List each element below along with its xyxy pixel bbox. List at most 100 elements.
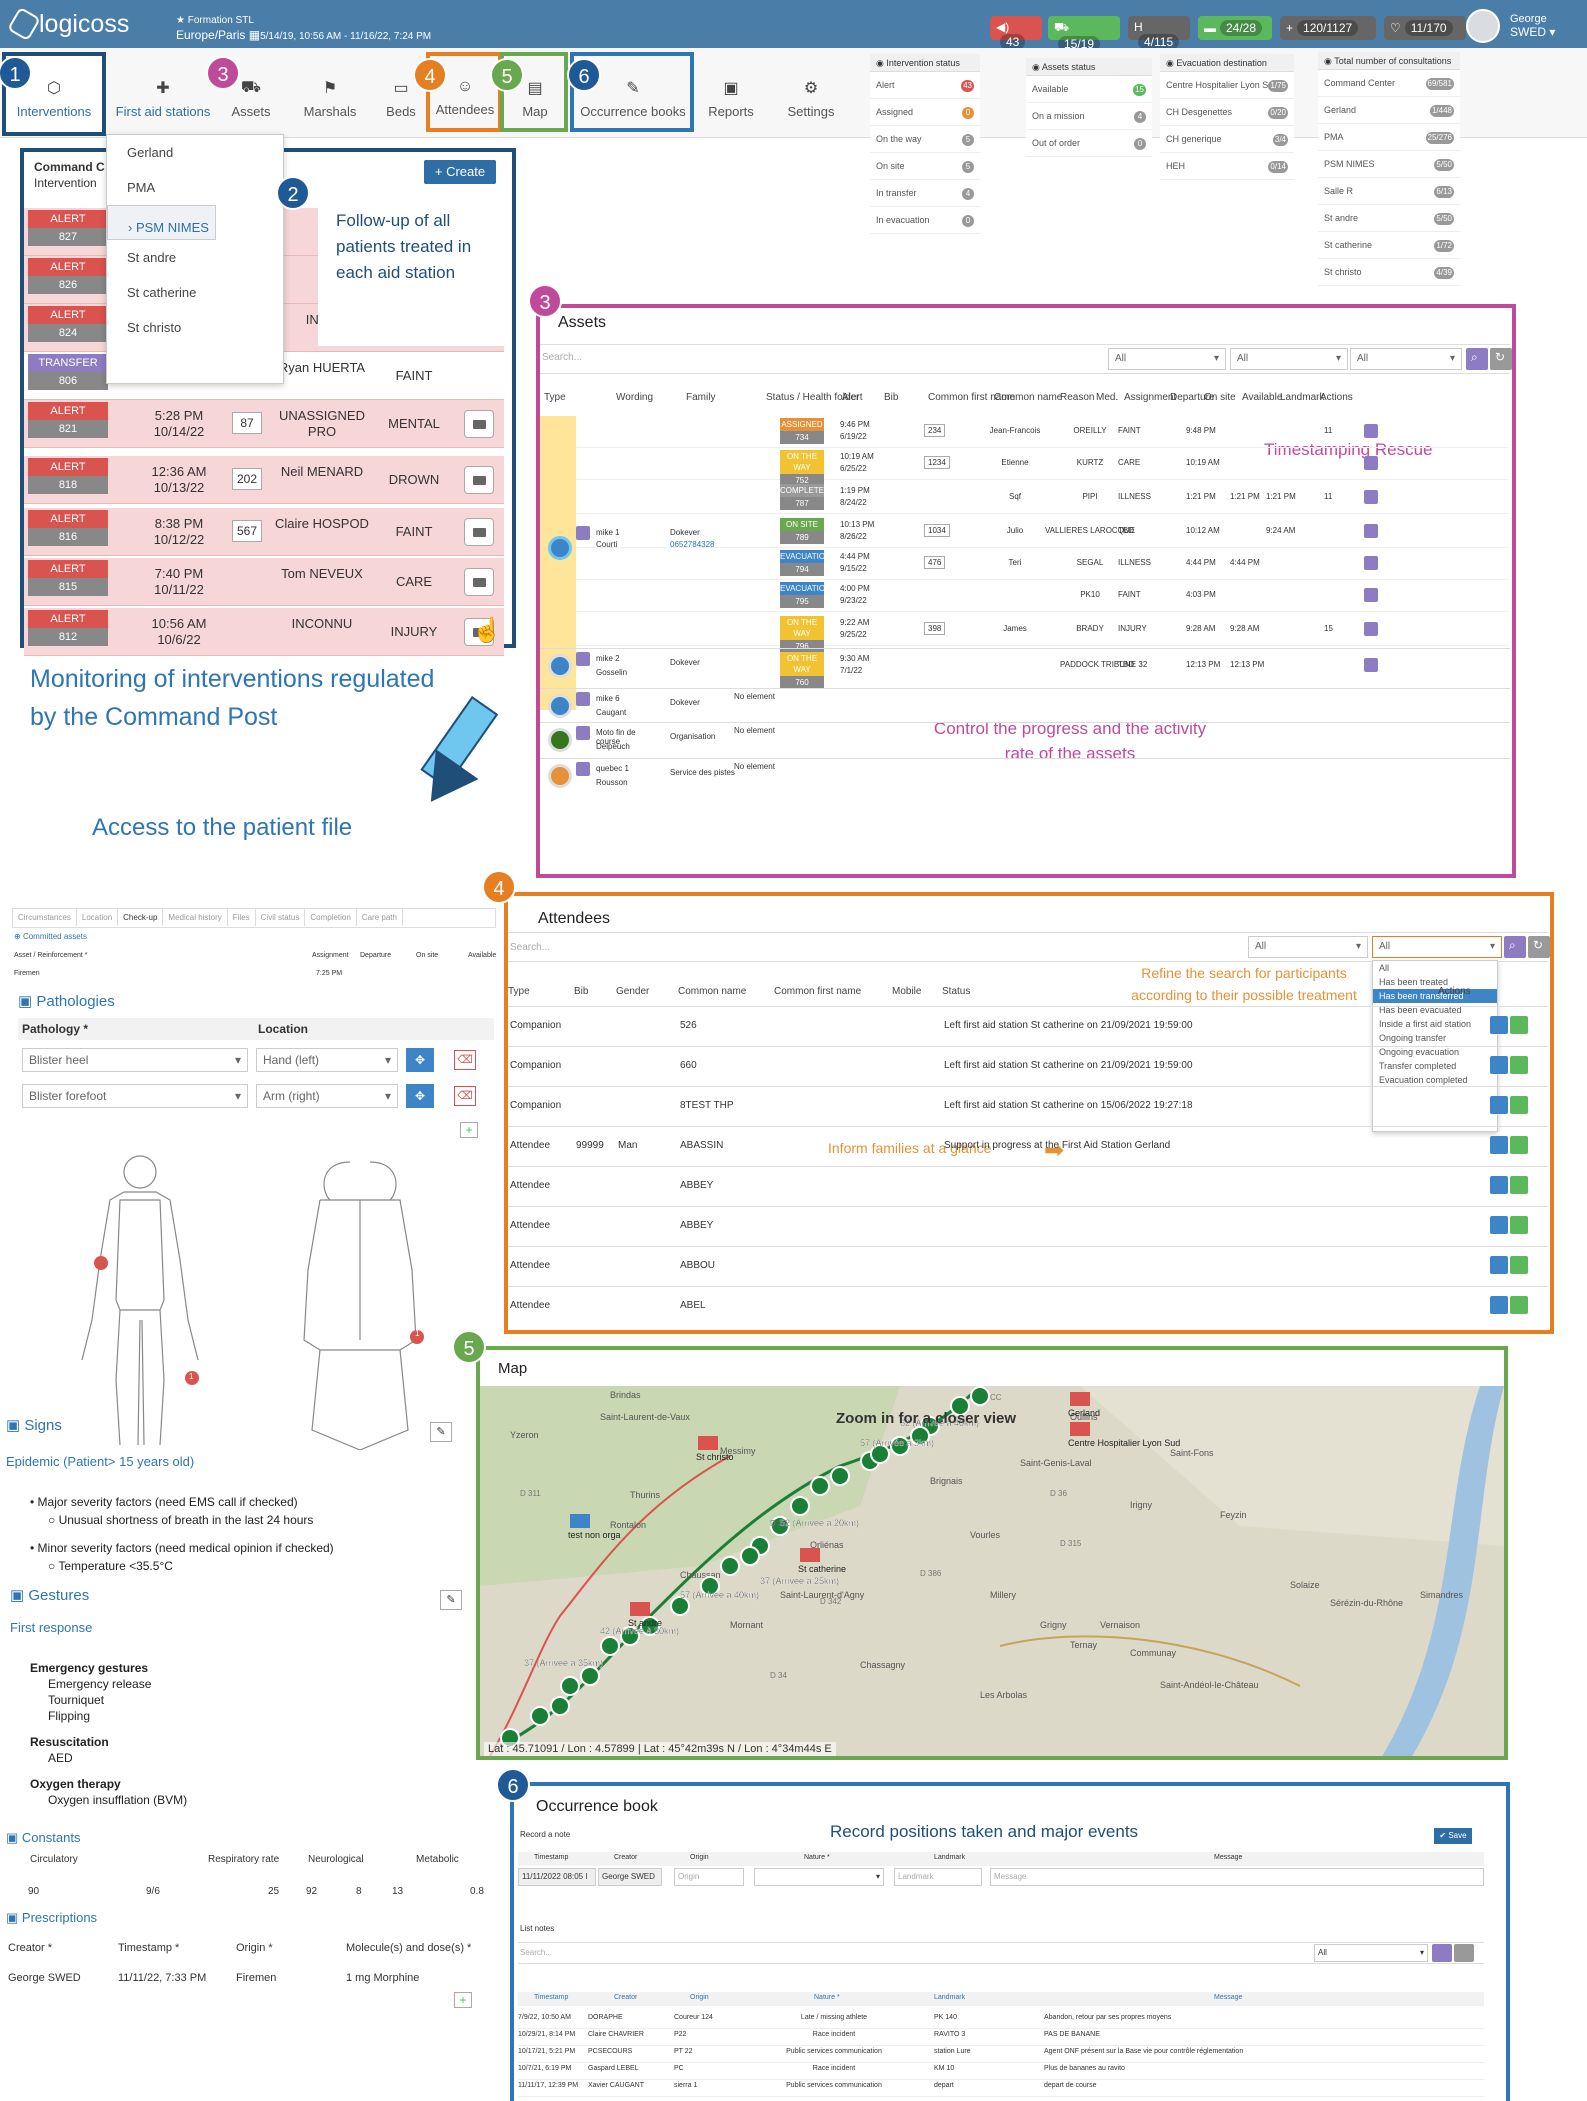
folder-button[interactable] <box>464 466 494 494</box>
column-header[interactable]: Bib <box>574 986 588 997</box>
asset-phone[interactable]: 0652784328 <box>670 540 715 549</box>
nav-interventions[interactable]: ⬡ Interventions <box>6 78 102 132</box>
topbar-stat[interactable]: ♡ 11/170 <box>1384 16 1466 40</box>
column-header[interactable]: Type <box>508 986 530 997</box>
nav-settings[interactable]: ⚙ Settings <box>774 78 848 132</box>
occ-col2[interactable]: Message <box>1214 1994 1242 2001</box>
topbar-stat[interactable]: ▬ 24/28 <box>1198 16 1272 40</box>
location-select[interactable]: Hand (left) ▾ <box>256 1048 398 1072</box>
action-icon[interactable] <box>1364 622 1378 636</box>
mini-row[interactable]: St andre 5/50 <box>1318 205 1460 232</box>
mini-row[interactable]: Gerland 1/448 <box>1318 97 1460 124</box>
action-icon[interactable] <box>1364 524 1378 538</box>
assets-search-input[interactable]: Search... <box>542 352 582 363</box>
nav-beds[interactable]: ▭ Beds <box>372 78 430 132</box>
assets-filter-2[interactable]: All ▾ <box>1230 348 1348 370</box>
attendees-search-input[interactable]: Search... <box>510 942 550 953</box>
column-header[interactable]: Common name <box>994 392 1062 403</box>
mini-row[interactable]: Available 15 <box>1026 76 1152 103</box>
occ-search-button[interactable] <box>1432 1944 1452 1962</box>
edit-icon[interactable] <box>1510 1176 1528 1194</box>
column-header[interactable]: Bib <box>884 392 898 403</box>
view-icon[interactable] <box>1490 1296 1508 1314</box>
column-header[interactable]: Alert <box>842 392 863 403</box>
occ-refresh-button[interactable] <box>1454 1944 1474 1962</box>
folder-button[interactable] <box>464 568 494 596</box>
edit-icon[interactable] <box>1510 1296 1528 1314</box>
edit-icon[interactable] <box>1510 1096 1528 1114</box>
column-header[interactable]: Wording <box>616 392 653 403</box>
assets-filter-1[interactable]: All ▾ <box>1108 348 1226 370</box>
patient-tab[interactable]: Care path <box>357 909 403 926</box>
mini-row[interactable]: Command Center 69/581 <box>1318 70 1460 97</box>
dropdown-option[interactable]: PMA <box>107 170 283 205</box>
table-row[interactable] <box>508 1206 1548 1246</box>
mini-row[interactable]: In evacuation 0 <box>870 207 980 234</box>
nature-select[interactable]: ▾ <box>754 1868 884 1886</box>
filter-option[interactable]: Has been transferred <box>1373 989 1497 1003</box>
table-row[interactable] <box>508 1246 1548 1286</box>
patient-tab[interactable]: Civil status <box>256 909 306 926</box>
mini-row[interactable]: On site 5 <box>870 153 980 180</box>
save-button[interactable]: ✔ Save <box>1434 1828 1472 1844</box>
timestamp-input[interactable]: 11/11/2022 08:05 I <box>518 1868 596 1886</box>
table-row[interactable]: ALERT 818 12:36 AM 10/13/22 202 Neil MENARD DR… <box>24 456 504 504</box>
mini-row[interactable]: St catherine 1/72 <box>1318 232 1460 259</box>
locate-icon[interactable] <box>576 762 590 776</box>
column-header[interactable]: Landmark <box>1280 392 1324 403</box>
table-row[interactable] <box>508 1286 1548 1326</box>
locate-icon[interactable] <box>576 692 590 706</box>
mini-row[interactable]: Centre Hospitalier Lyon Sud 1/75 <box>1160 72 1294 99</box>
mini-row[interactable]: Out of order 0 <box>1026 130 1152 157</box>
trash-icon[interactable]: ⌫ <box>454 1086 476 1106</box>
landmark-input[interactable]: Landmark <box>894 1868 982 1886</box>
column-header[interactable]: Common name <box>678 986 746 997</box>
locate-icon[interactable] <box>576 726 590 740</box>
table-row[interactable]: ALERT 821 5:28 PM 10/14/22 87 UNASSIGNED PRO M… <box>24 400 504 448</box>
patient-tab[interactable]: Files <box>228 909 256 926</box>
column-header[interactable]: Family <box>686 392 715 403</box>
map-canvas[interactable]: Saint-Laurent-de-VauxYzeronMessimyThurin… <box>480 1386 1504 1760</box>
dropdown-option[interactable]: Gerland <box>107 135 283 170</box>
edit-icon[interactable] <box>1510 1016 1528 1034</box>
occ-col2[interactable]: Timestamp <box>534 1994 568 2001</box>
patient-tab[interactable]: Location <box>77 909 119 926</box>
mini-row[interactable]: CH Desgenettes 0/20 <box>1160 99 1294 126</box>
view-icon[interactable] <box>1490 1056 1508 1074</box>
create-button[interactable]: + Create <box>424 160 496 184</box>
view-icon[interactable] <box>1490 1176 1508 1194</box>
mini-row[interactable]: Alert 43 <box>870 72 980 99</box>
nav-first-aid-stations[interactable]: ✚ First aid stations <box>110 78 216 132</box>
nav-reports[interactable]: ▣ Reports <box>696 78 766 132</box>
table-row[interactable]: ALERT 815 7:40 PM 10/11/22 Tom NEVEUX CARE <box>24 558 504 606</box>
topbar-stat[interactable]: ◀)43 <box>990 16 1042 50</box>
view-icon[interactable] <box>1490 1016 1508 1034</box>
mini-row[interactable]: Salle R 6/13 <box>1318 178 1460 205</box>
pathology-select[interactable]: Blister heel ▾ <box>22 1048 248 1072</box>
table-row[interactable]: ALERT 816 8:38 PM 10/12/22 567 Claire HOSPOD F… <box>24 508 504 556</box>
nav-assets[interactable]: ⛟ Assets <box>218 78 284 132</box>
column-header[interactable]: On site <box>1204 392 1236 403</box>
creator-input[interactable]: George SWED <box>598 1868 662 1886</box>
topbar-stat[interactable]: ⛟15/19 <box>1048 16 1120 52</box>
pathology-select[interactable]: Blister forefoot ▾ <box>22 1084 248 1108</box>
occ-col2[interactable]: Nature * <box>814 1994 840 2001</box>
topbar-stat[interactable]: H4/115 <box>1128 16 1190 50</box>
occ-col2[interactable]: Origin <box>690 1994 709 2001</box>
column-header[interactable]: Available <box>1242 392 1282 403</box>
column-header[interactable]: Actions <box>1320 392 1353 403</box>
folder-button[interactable] <box>464 410 494 438</box>
location-select[interactable]: Arm (right) ▾ <box>256 1084 398 1108</box>
add-pathology-button[interactable]: + <box>460 1122 478 1138</box>
filter-option[interactable]: Has been treated <box>1373 975 1497 989</box>
event-context[interactable]: ★ Formation STL Europe/Paris ▦5/14/19, 1… <box>176 14 431 44</box>
column-header[interactable]: Gender <box>616 986 649 997</box>
mini-row[interactable]: HEH 0/14 <box>1160 153 1294 180</box>
trash-icon[interactable]: ⌫ <box>454 1050 476 1070</box>
action-icon[interactable] <box>1364 424 1378 438</box>
nav-occurrence-books[interactable]: ✎ Occurrence books <box>576 78 690 132</box>
attendees-search-button[interactable]: ⌕ <box>1504 936 1526 958</box>
nav-attendees[interactable]: ☺ Attendees <box>432 78 498 132</box>
column-header[interactable]: Common first name <box>774 986 861 997</box>
dropdown-option[interactable]: St christo <box>107 310 283 345</box>
